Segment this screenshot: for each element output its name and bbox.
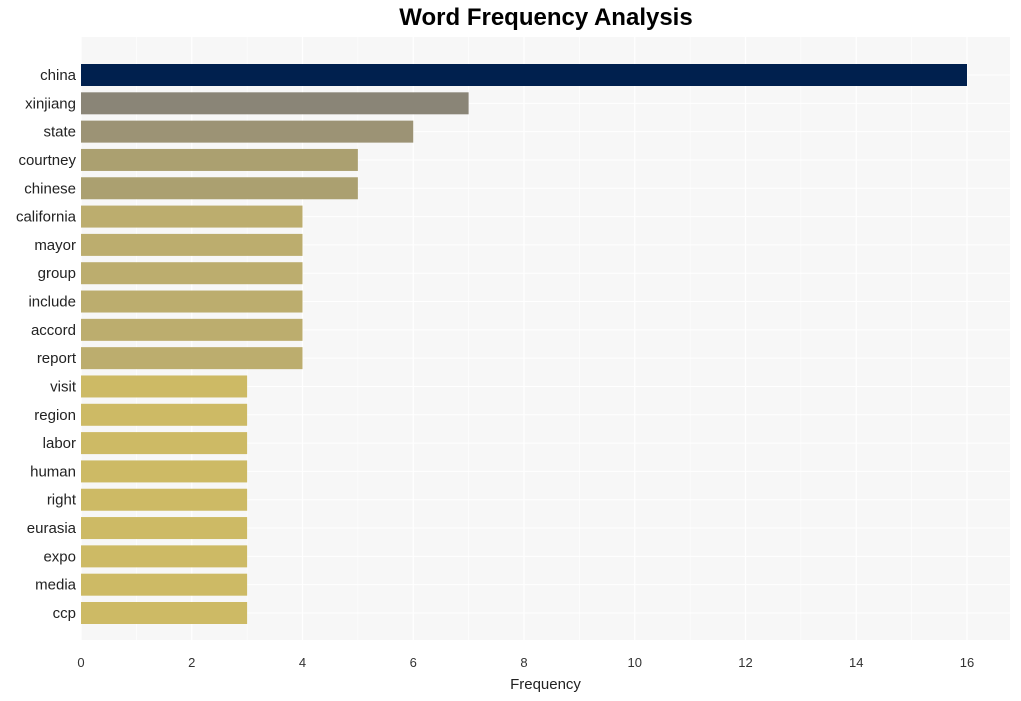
bar-mayor	[81, 233, 303, 256]
bar-chart: china xinjiang state courtney chinese califor…	[16, 37, 1010, 693]
bar-expo	[81, 545, 248, 568]
category-label: include	[28, 294, 76, 311]
category-label: right	[47, 492, 77, 509]
bar-eurasia	[81, 517, 248, 540]
category-label: xinjiang	[25, 95, 76, 112]
category-label: china	[40, 67, 77, 84]
bar-media	[81, 573, 248, 596]
category-label: accord	[31, 322, 76, 339]
x-tick-label: 12	[738, 655, 752, 670]
x-tick-label: 14	[849, 655, 863, 670]
x-tick-label: 10	[628, 655, 642, 670]
x-tick-label: 2	[188, 655, 195, 670]
category-label: media	[35, 577, 77, 594]
bar-include	[81, 290, 303, 313]
x-tick-labels: 0 2 4 6 8 10 12 14 16	[77, 655, 974, 670]
bar-report	[81, 347, 303, 370]
category-label: expo	[43, 548, 76, 565]
x-tick-label: 8	[520, 655, 527, 670]
x-tick-label: 0	[77, 655, 84, 670]
x-tick-label: 16	[960, 655, 974, 670]
category-label: state	[43, 124, 76, 141]
bar-chinese	[81, 177, 358, 200]
bar-china	[81, 64, 967, 86]
category-label: visit	[50, 378, 77, 395]
x-tick-label: 6	[410, 655, 417, 670]
bar-accord	[81, 318, 303, 341]
bar-california	[81, 205, 303, 228]
bar-labor	[81, 432, 248, 455]
bar-human	[81, 460, 248, 483]
bar-ccp	[81, 602, 248, 624]
x-axis-title: Frequency	[510, 676, 581, 693]
category-label: california	[16, 209, 77, 226]
category-label: group	[38, 265, 76, 282]
x-tick-label: 4	[299, 655, 306, 670]
bar-right	[81, 488, 248, 511]
category-label: region	[34, 407, 76, 424]
bar-state	[81, 120, 414, 143]
bar-xinjiang	[81, 92, 469, 115]
category-label: report	[37, 350, 77, 367]
bar-courtney	[81, 148, 358, 171]
category-label: ccp	[53, 605, 76, 622]
category-label: labor	[43, 435, 76, 452]
bar-visit	[81, 375, 248, 398]
category-label: eurasia	[27, 520, 77, 537]
category-label: human	[30, 463, 76, 480]
category-label: chinese	[24, 180, 76, 197]
bar-region	[81, 403, 248, 426]
category-label: courtney	[18, 152, 76, 169]
bar-group	[81, 262, 303, 285]
category-label: mayor	[34, 237, 76, 254]
category-labels: china xinjiang state courtney chinese califor…	[16, 67, 77, 622]
